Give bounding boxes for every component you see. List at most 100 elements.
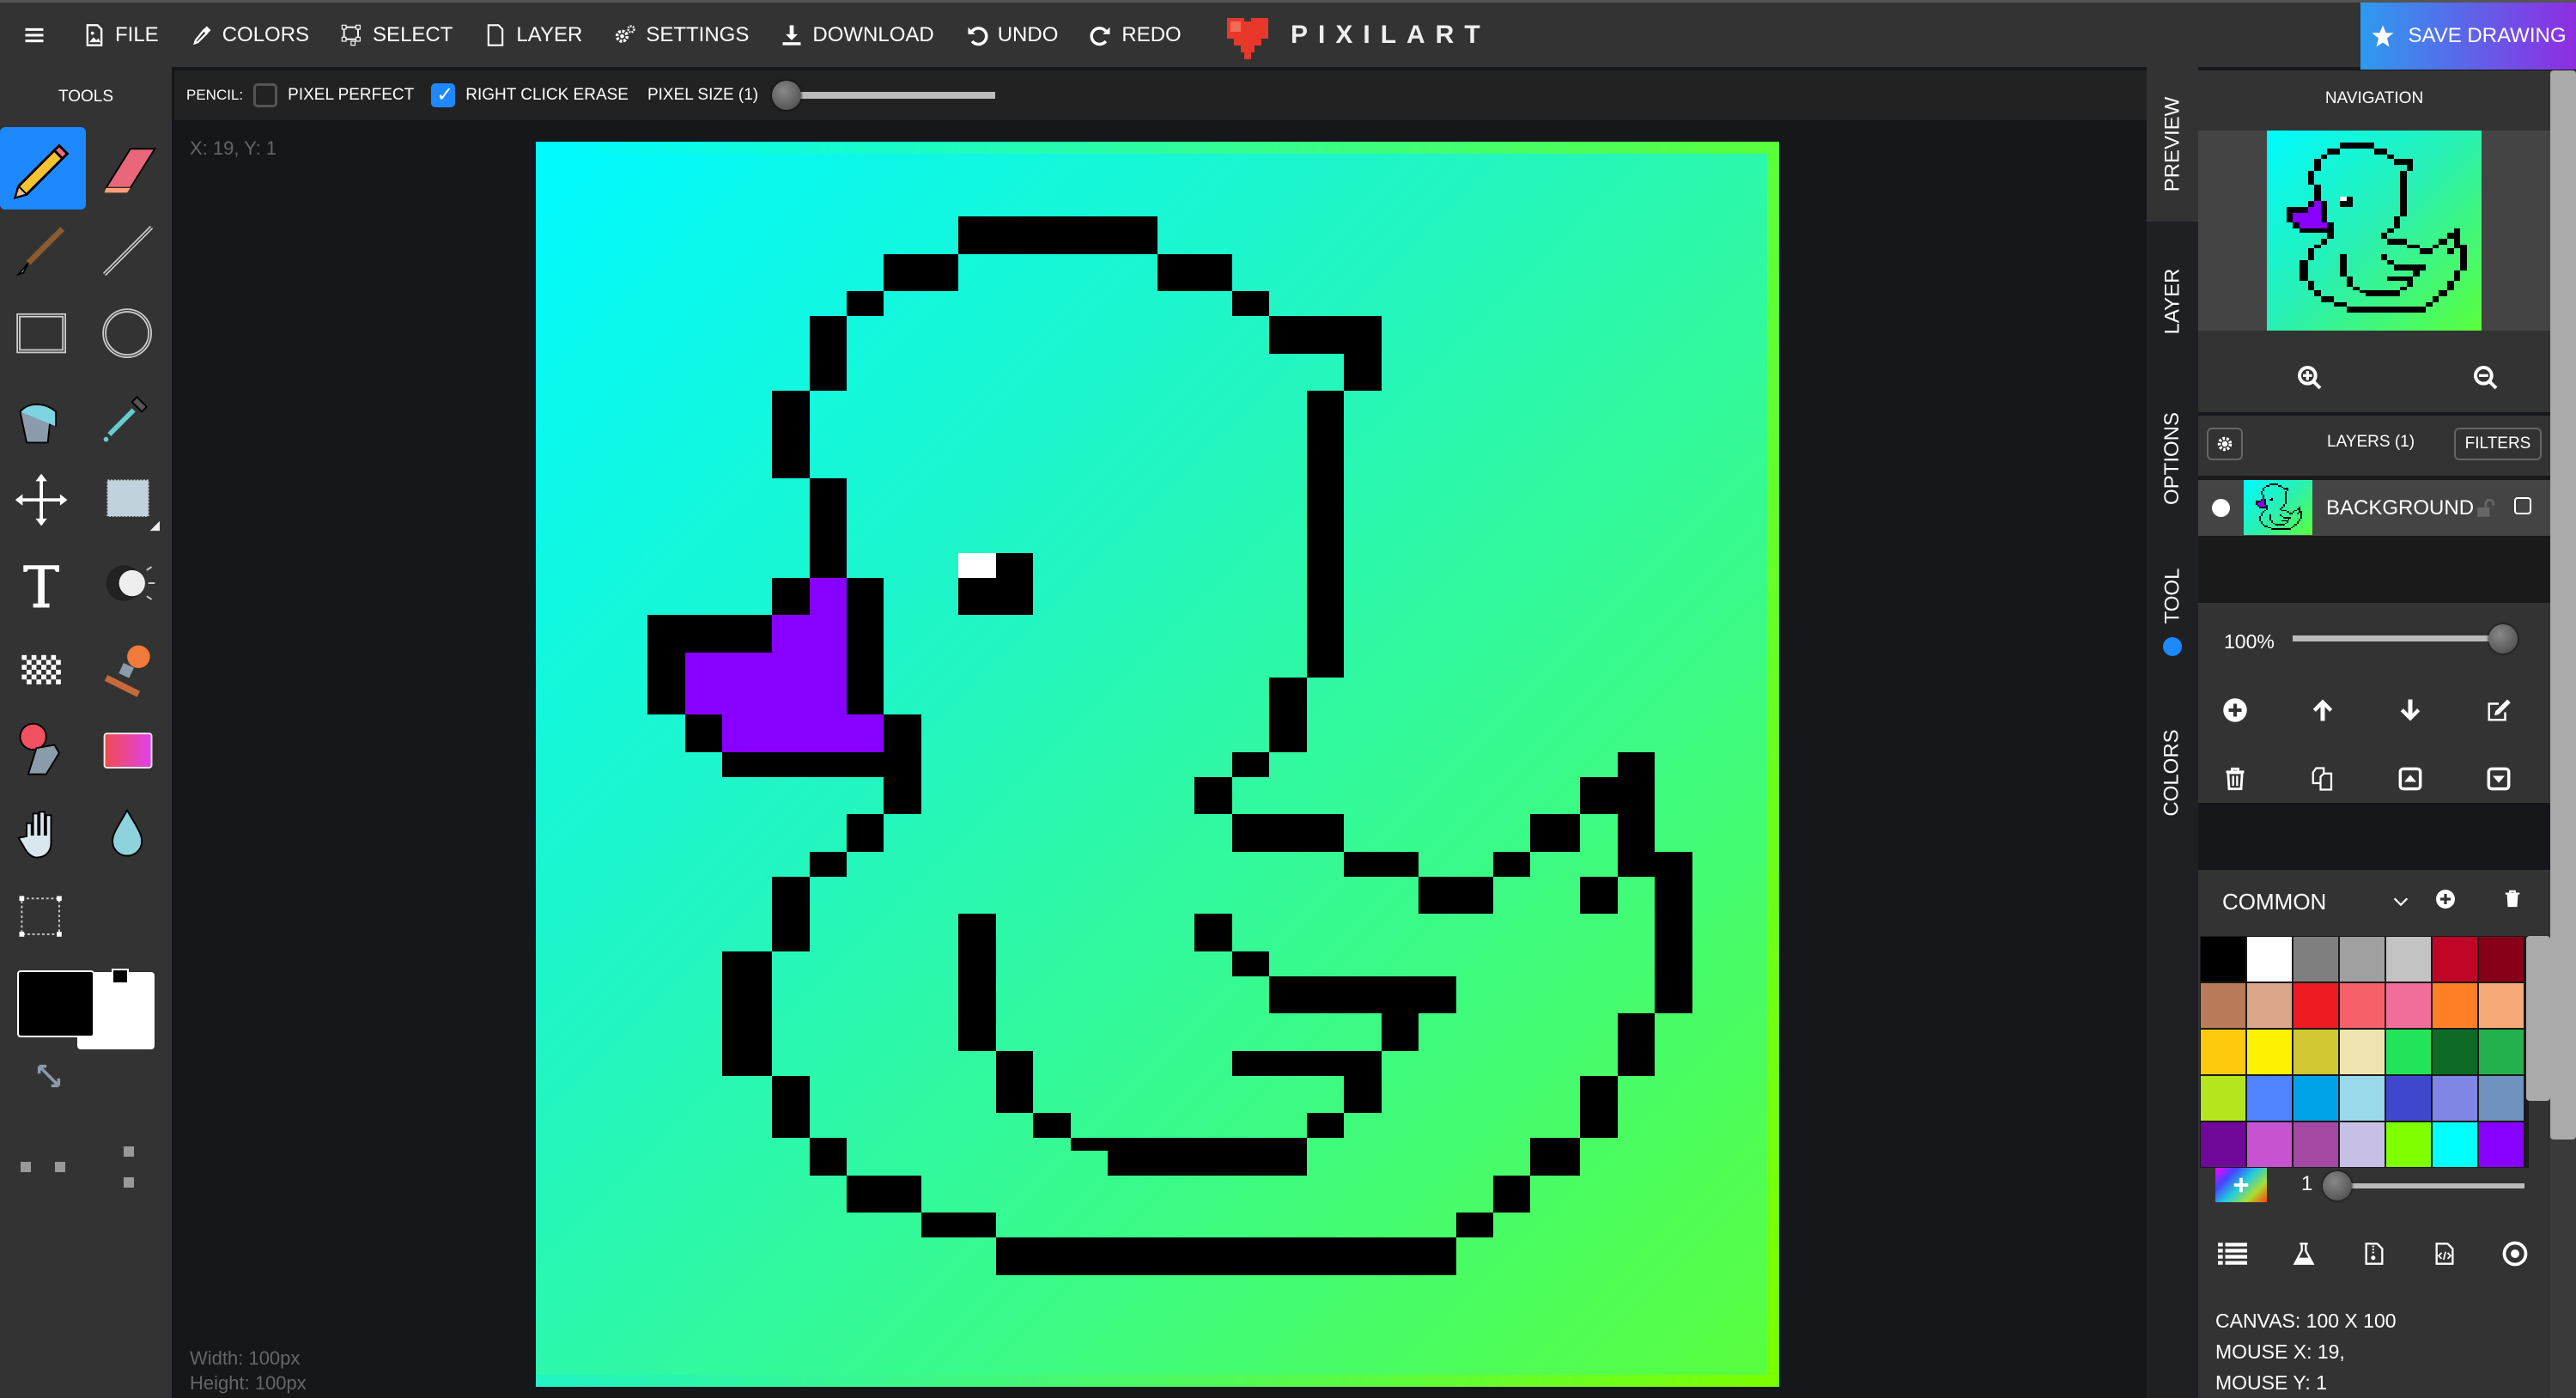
tool-lighten-darken[interactable] <box>86 544 172 626</box>
palette-generate-button[interactable] <box>2287 1237 2321 1271</box>
save-drawing-button[interactable]: SAVE DRAWING <box>2360 3 2576 70</box>
menu-select[interactable]: SELECT <box>325 3 468 67</box>
navigation-thumbnail[interactable] <box>2267 131 2482 331</box>
menu-download[interactable]: DOWNLOAD <box>764 3 949 67</box>
menu-settings[interactable]: SETTINGS <box>598 3 764 67</box>
palette-swatch[interactable] <box>2339 982 2385 1029</box>
tool-brush[interactable] <box>0 210 86 293</box>
palette-swatch[interactable] <box>2200 1075 2246 1121</box>
palette-swatch[interactable] <box>2478 1029 2524 1075</box>
zoom-in-button[interactable] <box>2284 356 2336 399</box>
palette-swatch[interactable] <box>2200 982 2246 1029</box>
palette-swatch[interactable] <box>2478 1121 2524 1168</box>
menu-file[interactable]: FILE <box>67 3 174 67</box>
pixilart-logo[interactable]: PIXILART <box>1224 11 1491 59</box>
tool-line[interactable] <box>86 210 172 293</box>
menu-layer[interactable]: LAYER <box>468 3 598 67</box>
layer-row-background[interactable]: BACKGROUND <box>2198 480 2550 536</box>
add-layer-button[interactable] <box>2214 689 2257 732</box>
reset-colors-button[interactable] <box>112 969 137 994</box>
layer-opacity-slider[interactable] <box>2293 624 2518 653</box>
tool-eraser[interactable] <box>86 127 172 210</box>
tool-move[interactable] <box>0 460 86 543</box>
palette-list-button[interactable] <box>2215 1237 2250 1271</box>
palette-scrollbar[interactable] <box>2526 936 2550 1101</box>
navigation-preview[interactable] <box>2198 131 2550 331</box>
palette-swatch[interactable] <box>2246 1029 2293 1075</box>
palette-swatch[interactable] <box>2339 1121 2385 1168</box>
tab-preview[interactable]: PREVIEW <box>2147 67 2198 222</box>
layer-select-checkbox[interactable] <box>2514 497 2531 514</box>
tool-rectangle[interactable] <box>0 294 86 376</box>
palette-swatch[interactable] <box>2339 1029 2385 1075</box>
tab-colors[interactable]: COLORS <box>2147 696 2198 850</box>
palette-swatch[interactable] <box>2293 1121 2339 1168</box>
hamburger-menu-button[interactable] <box>0 3 67 67</box>
palette-swatch[interactable] <box>2385 1075 2432 1121</box>
move-layer-down-button[interactable] <box>2389 689 2432 732</box>
pixel-size-slider[interactable] <box>772 81 996 110</box>
tool-stamp[interactable] <box>86 627 172 709</box>
tab-options[interactable]: OPTIONS <box>2147 381 2198 536</box>
palette-swatch[interactable] <box>2478 1075 2524 1121</box>
palette-swatch[interactable] <box>2246 982 2293 1029</box>
menu-redo[interactable]: REDO <box>1073 3 1196 67</box>
palette-import-button[interactable] <box>2357 1237 2391 1271</box>
add-color-button[interactable] <box>2215 1168 2267 1202</box>
tool-crop[interactable] <box>0 877 86 959</box>
tool-dither[interactable] <box>0 627 86 709</box>
move-layer-up-button[interactable] <box>2301 689 2344 732</box>
duplicate-layer-button[interactable] <box>2301 757 2344 800</box>
palette-swatch[interactable] <box>2478 982 2524 1029</box>
palette-swatch[interactable] <box>2339 936 2385 982</box>
zoom-out-button[interactable] <box>2460 356 2512 399</box>
palette-swatch[interactable] <box>2385 1029 2432 1075</box>
merge-layer-up-button[interactable] <box>2389 757 2432 800</box>
layer-opacity-slider-handle[interactable] <box>2488 624 2518 653</box>
tool-spray[interactable] <box>0 710 86 793</box>
palette-swatch[interactable] <box>2432 936 2478 982</box>
tool-pencil[interactable] <box>0 127 86 210</box>
palette-export-button[interactable] <box>2427 1237 2462 1271</box>
palette-swatch[interactable] <box>2293 982 2339 1029</box>
tools-more-dot[interactable] <box>21 1162 31 1172</box>
swap-colors-button[interactable] <box>34 1061 64 1095</box>
palette-swatch[interactable] <box>2385 936 2432 982</box>
merge-layer-down-button[interactable] <box>2477 757 2520 800</box>
drawing-canvas[interactable] <box>536 142 1779 1387</box>
palette-swatch[interactable] <box>2385 1121 2432 1168</box>
palette-dropdown[interactable]: COMMON <box>2198 870 2413 933</box>
palette-swatch[interactable] <box>2246 936 2293 982</box>
palette-swatch[interactable] <box>2293 1029 2339 1075</box>
palette-swatch[interactable] <box>2200 1121 2246 1168</box>
palette-swatch[interactable] <box>2432 1029 2478 1075</box>
palette-swatch[interactable] <box>2478 936 2524 982</box>
menu-undo[interactable]: UNDO <box>950 3 1074 67</box>
rename-layer-button[interactable] <box>2477 689 2520 732</box>
tool-text[interactable] <box>0 544 86 626</box>
tools-more-dot[interactable] <box>124 1146 134 1157</box>
tools-more-dot[interactable] <box>55 1162 65 1172</box>
palette-swatch[interactable] <box>2293 1075 2339 1121</box>
palette-target-button[interactable] <box>2498 1237 2532 1271</box>
layer-settings-button[interactable] <box>2207 428 2243 460</box>
palette-swatch[interactable] <box>2246 1075 2293 1121</box>
tool-hand[interactable] <box>0 793 86 876</box>
palette-swatch[interactable] <box>2385 982 2432 1029</box>
pixel-size-slider-handle[interactable] <box>772 81 802 110</box>
tool-select-shape[interactable] <box>86 460 172 543</box>
tool-blur[interactable] <box>86 793 172 876</box>
palette-swatch[interactable] <box>2200 936 2246 982</box>
tool-bucket[interactable] <box>0 377 86 459</box>
right-panel-scrollbar-thumb[interactable] <box>2550 70 2576 1140</box>
palette-swatch[interactable] <box>2432 982 2478 1029</box>
pixel-perfect-checkbox[interactable] <box>253 83 278 107</box>
palette-swatch[interactable] <box>2200 1029 2246 1075</box>
delete-palette-button[interactable] <box>2495 882 2530 916</box>
layer-visibility-toggle[interactable] <box>2212 499 2230 517</box>
menu-colors[interactable]: COLORS <box>174 3 325 67</box>
tab-tool[interactable]: TOOL <box>2147 538 2198 693</box>
tool-circle[interactable] <box>86 294 172 376</box>
unlock-icon[interactable] <box>2475 497 2497 520</box>
brush-size-slider[interactable] <box>2323 1171 2524 1200</box>
